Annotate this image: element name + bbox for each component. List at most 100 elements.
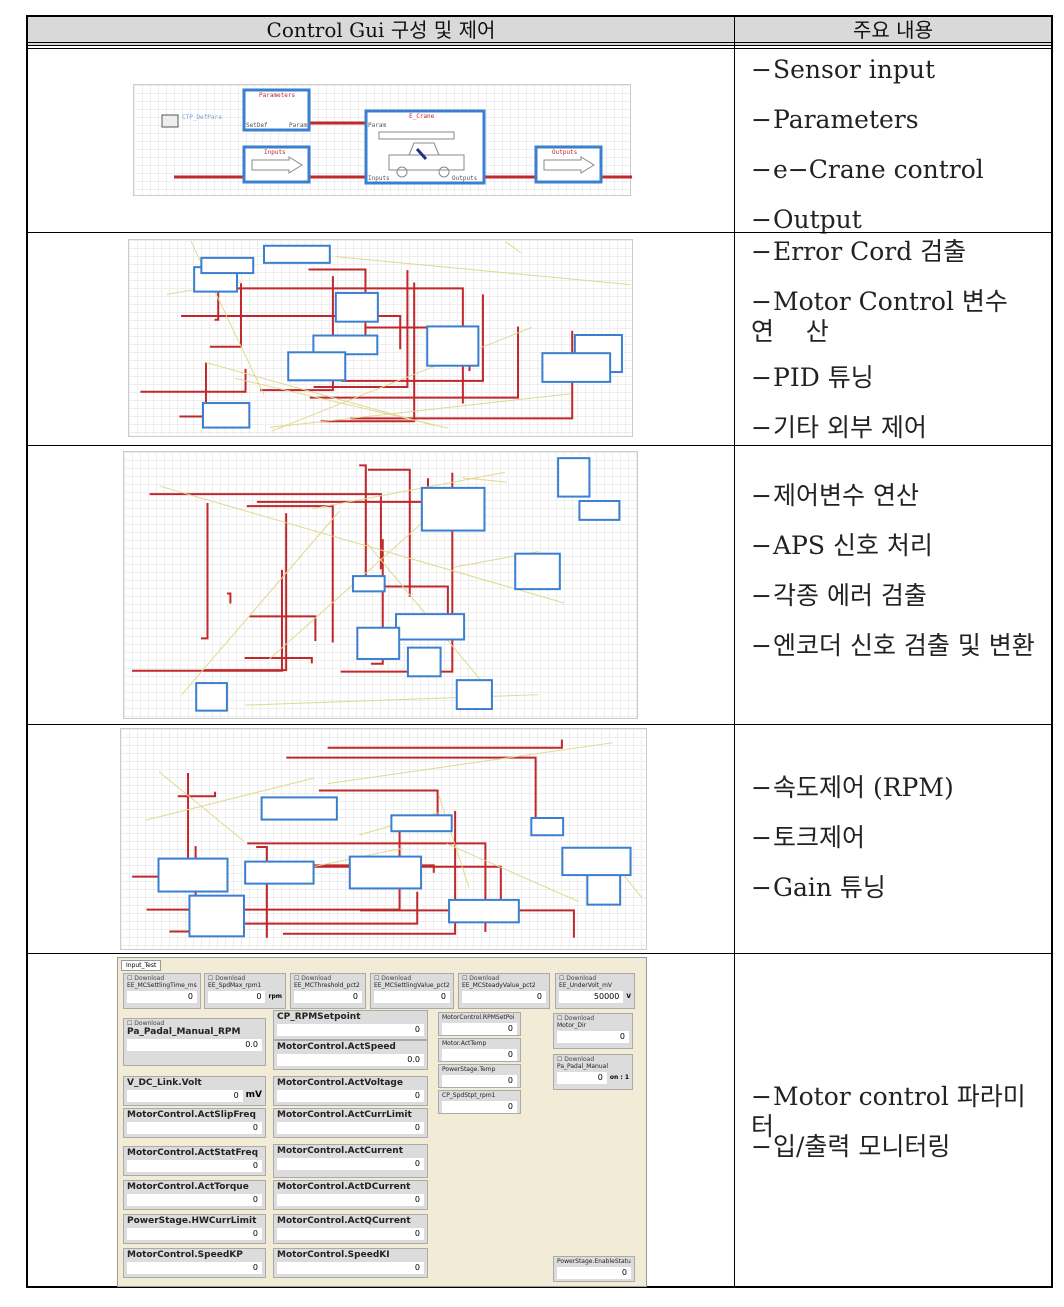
value-field[interactable]: 0.0	[277, 1054, 424, 1066]
value-field[interactable]: 0	[277, 1122, 424, 1134]
value-field[interactable]: 0	[127, 1228, 262, 1240]
header-col1: Control Gui 구성 및 제어	[266, 18, 496, 42]
monitor-widget: PowerStage.HWCurrLimit 0	[123, 1214, 266, 1244]
bullet-text: Gain 튜닝	[773, 873, 886, 902]
monitor-widget: MotorControl.ActTorque 0	[123, 1180, 266, 1210]
bullet-text: Parameters	[773, 105, 919, 134]
value-field[interactable]: 0	[277, 1194, 424, 1206]
download-checkbox[interactable]: ☐ Download	[127, 975, 197, 982]
download-checkbox[interactable]: ☐ Download	[208, 975, 282, 982]
value-field[interactable]: 0	[442, 1023, 517, 1035]
value-field[interactable]: 0	[277, 1262, 424, 1274]
value-field[interactable]: 0.0	[127, 1039, 262, 1051]
value-field[interactable]: 0	[442, 1049, 517, 1061]
monitor-widget: MotorControl.SpeedKP 0	[123, 1248, 266, 1278]
download-label: Download	[215, 975, 246, 982]
dash-bullet: −	[751, 105, 772, 134]
const-label: CTP_DefPara	[182, 114, 222, 121]
widget-label: Pa_Padal_Manual	[557, 1063, 609, 1070]
signal-wire	[359, 464, 367, 590]
widget-label: MotorControl.ActStatFreq	[127, 1148, 259, 1158]
widget-label: V_DC_Link.Volt	[127, 1078, 202, 1088]
value-field[interactable]: 0	[127, 1262, 262, 1274]
download-checkbox[interactable]: ☐ Download	[294, 975, 362, 982]
row-control-vars: −제어변수 연산 −APS 신호 처리 −각종 에러 검출 −엔코더 신호 검출 및 …	[28, 445, 1051, 724]
value-field[interactable]: 0	[374, 991, 450, 1003]
download-checkbox[interactable]: ☐ Download	[557, 1056, 629, 1063]
table-header: Control Gui 구성 및 제어 주요 내용	[28, 17, 1051, 46]
value-field[interactable]: 0	[277, 1024, 424, 1036]
value-field[interactable]: 0	[127, 1090, 243, 1102]
download-checkbox[interactable]: ☐ Download	[559, 975, 631, 982]
ecrane-param-port: Param	[368, 122, 386, 129]
download-checkbox[interactable]: ☐ Download	[462, 975, 546, 982]
value-field[interactable]: 0	[442, 1075, 517, 1087]
widget-label: Motor_Dir	[557, 1022, 587, 1029]
bullet-text: Output	[773, 205, 862, 234]
monitor-widget: MotorControl.ActDCurrent 0	[273, 1180, 428, 1210]
value-field[interactable]: 0	[442, 1101, 517, 1113]
bullet-item: −Output	[751, 205, 1041, 235]
value-field[interactable]: 0	[127, 1160, 262, 1172]
dash-bullet: −	[751, 363, 772, 392]
download-label: Download	[134, 1020, 165, 1027]
monitor-widget: ☐ Download EE_MCThreshold_pct2 0	[290, 973, 366, 1009]
download-label: Download	[564, 1015, 595, 1022]
diagram-error-motor	[128, 239, 633, 437]
bullet-text: 속도제어 (RPM)	[773, 773, 954, 802]
value-field[interactable]: 0	[127, 1194, 262, 1206]
monitor-widget: ☐ Download Pa_Padal_Manual 0 on : 1	[553, 1054, 633, 1090]
tab-input-test[interactable]: Input_Test	[121, 960, 162, 971]
widget-label: MotorControl.ActQCurrent	[277, 1216, 411, 1226]
dash-bullet: −	[751, 55, 772, 84]
download-label: Download	[566, 975, 597, 982]
value-field[interactable]: 0	[277, 1158, 424, 1170]
value-field[interactable]: 0	[557, 1267, 631, 1279]
dash-bullet: −	[751, 873, 772, 902]
value-field[interactable]: 50000	[559, 991, 624, 1003]
signal-wire	[256, 478, 429, 503]
value-field[interactable]: 0	[208, 991, 266, 1003]
monitor-widget: ☐ Download EE_MCSettlingTime_ms 0	[123, 973, 201, 1009]
function-block	[356, 626, 401, 660]
bullet-item: −Gain 튜닝	[751, 873, 1041, 903]
monitor-widget: MotorControl.ActSlipFreq 0	[123, 1108, 266, 1138]
bullet-item: −APS 신호 처리	[751, 531, 1041, 561]
widget-label: MotorControl.SpeedKP	[127, 1250, 243, 1260]
aux-wire	[446, 843, 579, 903]
value-field[interactable]: 0	[127, 1122, 262, 1134]
download-checkbox[interactable]: ☐ Download	[374, 975, 450, 982]
value-field[interactable]: 0	[294, 991, 362, 1003]
widget-label: CP_RPMSetpoint	[277, 1012, 361, 1022]
download-checkbox[interactable]: ☐ Download	[127, 1020, 262, 1027]
monitor-widget: ☐ Download Pa_Padal_Manual_RPM 0.0	[123, 1018, 266, 1066]
row-items: −Sensor input −Parameters −e−Crane control…	[735, 49, 1051, 235]
ecrane-label: E_Crane	[409, 113, 435, 120]
value-field[interactable]: 0	[557, 1031, 629, 1043]
aux-wire	[245, 694, 539, 706]
value-field[interactable]: 0	[557, 1072, 607, 1084]
value-field[interactable]: 0	[277, 1090, 424, 1102]
monitor-widget: ☐ Download EE_SpdMax_rpm1 0 rpm	[204, 973, 286, 1009]
const-block	[161, 114, 179, 128]
monitor-widget: MotorControl.ActStatFreq 0	[123, 1146, 266, 1176]
bullet-item: −Error Cord 검출	[751, 237, 1041, 267]
function-block	[202, 402, 251, 429]
row-gui-monitor: Input_Test ☐ Download EE_MCSettlingTime_ms…	[28, 953, 1051, 1288]
bullet-text: 입/출력 모니터링	[773, 1132, 951, 1161]
value-field[interactable]: 0	[127, 991, 197, 1003]
download-checkbox[interactable]: ☐ Download	[557, 1015, 629, 1022]
value-field[interactable]: 0	[277, 1228, 424, 1240]
outputs-label: Outputs	[552, 149, 578, 156]
aux-wire	[505, 241, 522, 254]
monitor-widget: ☐ Download Motor_Dir 0	[553, 1013, 633, 1049]
widget-label: EE_UnderVolt_mV	[559, 982, 613, 989]
bullet-item: −기타 외부 제어	[751, 413, 1041, 443]
function-block	[157, 857, 229, 893]
bullet-text: e−Crane control	[773, 155, 984, 184]
unit-label: V	[626, 992, 631, 1000]
widget-label: EE_MCSettlingTime_ms	[127, 982, 197, 989]
dash-bullet: −	[751, 287, 772, 316]
value-field[interactable]: 0	[462, 991, 546, 1003]
dash-bullet: −	[751, 581, 772, 610]
